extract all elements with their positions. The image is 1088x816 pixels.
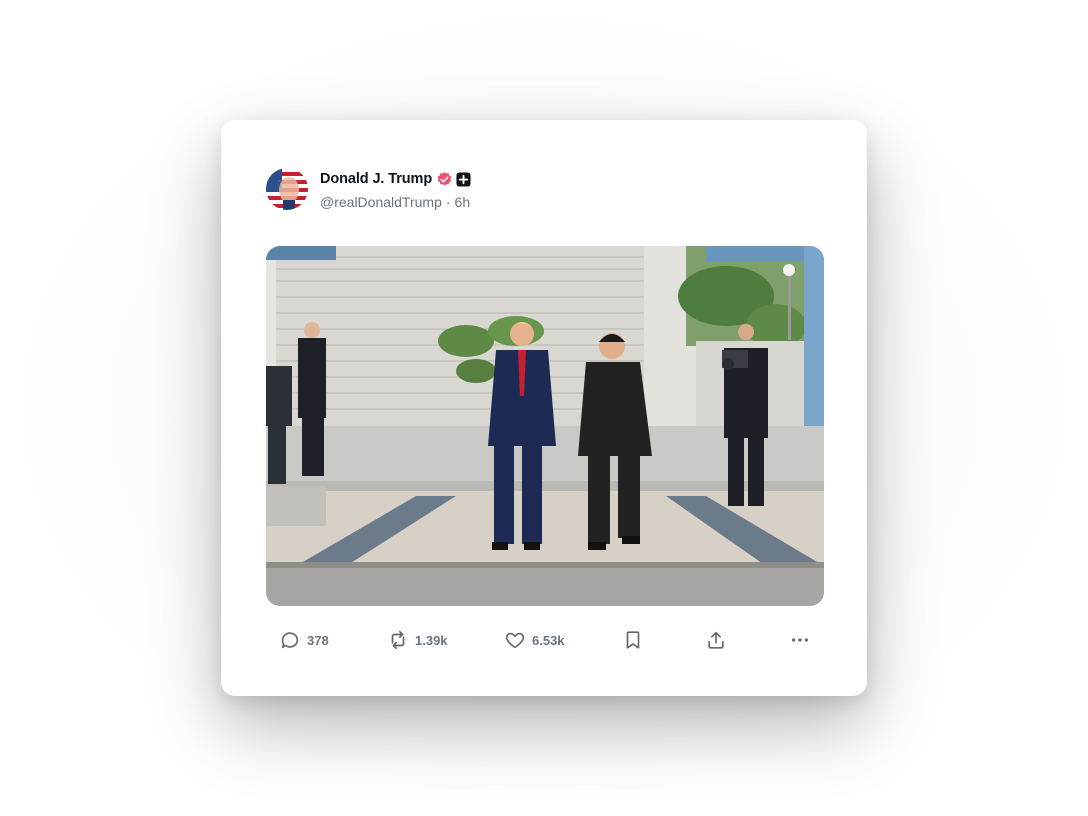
more-options-button[interactable] [789,625,811,655]
retweet-button[interactable]: 1.39k [387,625,448,655]
author-handle[interactable]: @realDonaldTrump [320,194,442,210]
like-count: 6.53k [532,632,565,648]
plus-badge-icon [456,171,471,187]
bookmark-icon [626,631,640,649]
like-button[interactable]: 6.53k [504,625,565,655]
heart-icon [505,632,525,649]
avatar[interactable] [266,168,308,210]
post-time[interactable]: 6h [455,194,471,210]
page-background: Donald J. Trump @realDonaldTrump · 6h 37… [0,0,1088,816]
author-name[interactable]: Donald J. Trump [320,171,432,187]
reply-count: 378 [307,632,329,648]
meta-separator: · [445,194,451,210]
share-icon [708,631,724,649]
more-dots-icon [791,638,809,642]
bookmark-button[interactable] [622,625,644,655]
verified-badge-icon [436,171,453,188]
retweet-count: 1.39k [415,632,448,648]
reply-button[interactable]: 378 [279,625,329,655]
avatar-image [266,168,308,210]
reply-icon [281,632,299,649]
action-bar: 378 1.39k 6.53k [279,625,819,655]
post-card[interactable]: Donald J. Trump @realDonaldTrump · 6h 37… [221,120,867,696]
photo-scene [266,246,824,606]
post-photo[interactable] [266,246,824,606]
post-header: Donald J. Trump @realDonaldTrump · 6h [266,167,826,211]
retweet-icon [391,630,405,650]
share-button[interactable] [705,625,727,655]
